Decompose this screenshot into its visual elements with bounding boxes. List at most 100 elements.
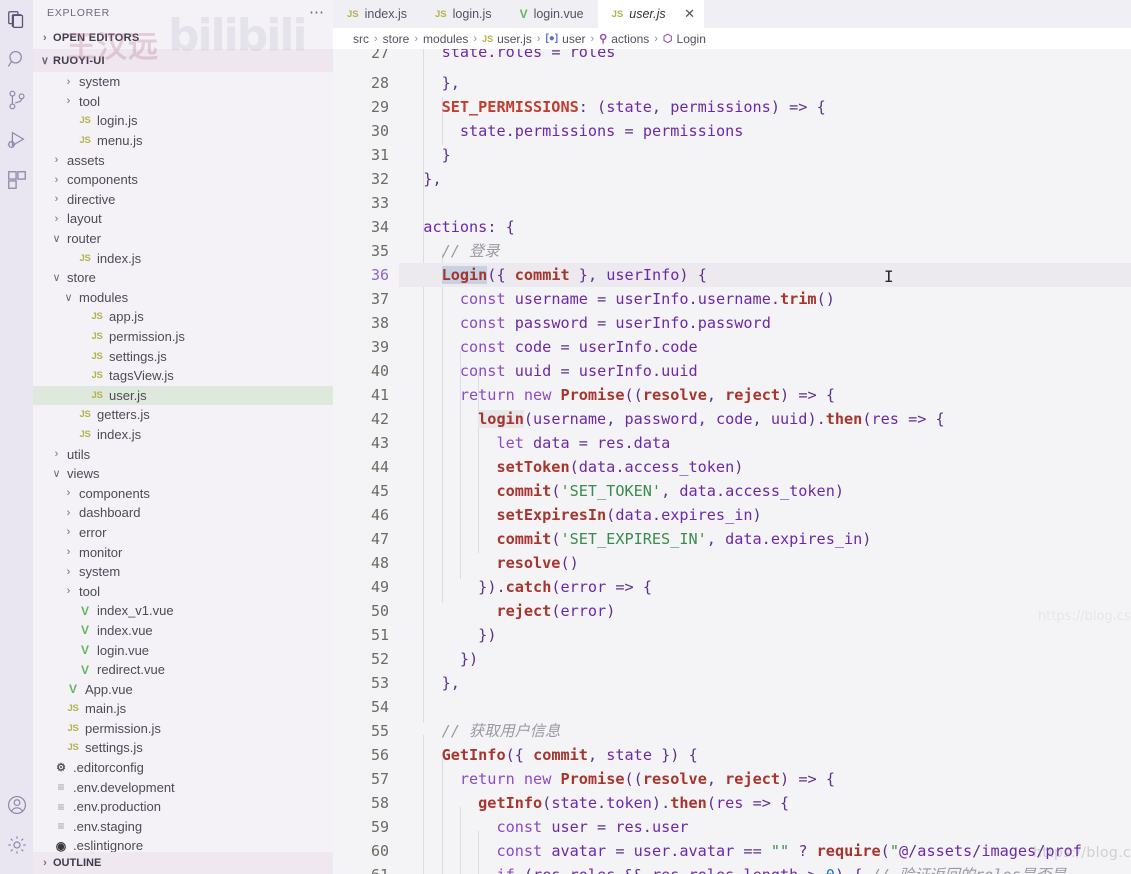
tree-item-tool[interactable]: › tool	[33, 92, 333, 112]
explorer-more-actions-icon[interactable]: ⋯	[309, 5, 325, 20]
editor-tab-login-js[interactable]: JS login.js	[421, 0, 506, 28]
tree-item-label: login.vue	[97, 642, 150, 658]
js-file-icon: JS	[79, 409, 91, 421]
tree-item-label: tool	[79, 583, 100, 599]
tree-item-assets[interactable]: › assets	[33, 150, 333, 170]
breadcrumb-cube-icon: ⬡	[662, 33, 673, 45]
code-content[interactable]: state.roles = roles }, SET_PERMISSIONS: …	[399, 49, 1131, 874]
tree-item-monitor[interactable]: › monitor	[33, 542, 333, 562]
code-line: const user = res.user	[496, 818, 689, 836]
tree-item-permission-js[interactable]: JS permission.js	[33, 327, 333, 347]
tree-item-utils[interactable]: › utils	[33, 444, 333, 464]
tree-item-layout[interactable]: › layout	[33, 209, 333, 229]
tree-item-index-vue[interactable]: Vindex.vue	[33, 621, 333, 641]
open-editors-section[interactable]: › OPEN EDITORS	[33, 26, 333, 49]
tree-item-label: .env.development	[73, 779, 175, 795]
tree-item-system[interactable]: › system	[33, 562, 333, 582]
explorer-sidebar: EXPLORER ⋯ › OPEN EDITORS ∨ RUOYI-UI › sy…	[33, 0, 333, 874]
tree-item-editorconfig[interactable]: ⚙ .editorconfig	[33, 758, 333, 778]
tree-item-directive[interactable]: › directive	[33, 190, 333, 210]
chevron-right-icon: ›	[54, 448, 59, 461]
tree-item-permission-js[interactable]: JS permission.js	[33, 719, 333, 739]
tree-item-modules[interactable]: ∨ modules	[33, 288, 333, 308]
tree-item-views[interactable]: ∨ views	[33, 464, 333, 484]
breadcrumb-item[interactable]: actions	[611, 32, 649, 46]
tree-item-tagsview-js[interactable]: JS tagsView.js	[33, 366, 333, 386]
close-icon[interactable]: ✕	[682, 6, 698, 22]
tree-item-settings-js[interactable]: JS settings.js	[33, 738, 333, 758]
tree-item-index-js[interactable]: JS index.js	[33, 425, 333, 445]
text-cursor-icon: I	[884, 267, 894, 286]
activitybar-accounts[interactable]	[0, 785, 33, 825]
env-file-icon: ≡	[57, 819, 65, 834]
tree-item-label: system	[79, 74, 121, 90]
tree-item-settings-js[interactable]: JS settings.js	[33, 346, 333, 366]
code-line: const password = userInfo.password	[459, 314, 771, 332]
eslint-file-icon: ◉	[55, 838, 67, 853]
tree-item-label: tagsView.js	[109, 368, 174, 384]
tree-item-redirect-vue[interactable]: Vredirect.vue	[33, 660, 333, 680]
breadcrumb-item[interactable]: store	[383, 32, 410, 46]
line-number-gutter: 27 28 29 30 31 32 33 34 35 36 37 38 39 40 41 42 43 44 45 46…	[333, 49, 399, 874]
chevron-down-icon: ∨	[52, 468, 61, 481]
activitybar-run-debug[interactable]	[0, 120, 33, 160]
breadcrumb-item[interactable]: src	[353, 32, 369, 46]
tree-item-app-js[interactable]: JS app.js	[33, 307, 333, 327]
js-file-icon: JS	[79, 252, 91, 264]
js-file-icon: JS	[91, 311, 103, 323]
line-number: 60	[370, 842, 389, 860]
tree-item-login-js[interactable]: JS login.js	[33, 111, 333, 131]
tree-item-app-vue[interactable]: V App.vue	[33, 679, 333, 699]
line-number: 27	[370, 49, 389, 62]
tree-item-label: assets	[67, 152, 105, 168]
code-line: },	[441, 674, 460, 692]
breadcrumb-item[interactable]: Login	[677, 32, 706, 46]
chevron-down-icon: ∨	[52, 233, 61, 246]
code-line: setExpiresIn(data.expires_in)	[496, 506, 762, 524]
tree-item-env-production[interactable]: ≡ .env.production	[33, 797, 333, 817]
activitybar-source-control[interactable]	[0, 80, 33, 120]
code-line: if (res.roles && res.roles.length > 0) {…	[399, 863, 1131, 874]
chevron-right-icon: ›	[66, 75, 71, 88]
project-root-section[interactable]: ∨ RUOYI-UI	[33, 49, 333, 72]
activitybar-manage-settings[interactable]	[0, 825, 33, 865]
tree-item-env-development[interactable]: ≡ .env.development	[33, 777, 333, 797]
editor-tab-index-js[interactable]: JS index.js	[333, 0, 422, 28]
activitybar-explorer[interactable]	[0, 0, 33, 40]
tree-item-main-js[interactable]: JS main.js	[33, 699, 333, 719]
outline-section[interactable]: › OUTLINE	[33, 852, 333, 874]
editor-tab-user-js[interactable]: JS user.js ✕	[597, 0, 704, 28]
tree-item-label: settings.js	[109, 348, 167, 364]
tree-item-components[interactable]: › components	[33, 170, 333, 190]
js-file-icon: JS	[611, 8, 624, 20]
tree-item-tool[interactable]: › tool	[33, 581, 333, 601]
editor-tab-login-vue[interactable]: Vlogin.vue	[505, 0, 598, 28]
tree-item-user-js[interactable]: JS user.js	[33, 385, 333, 406]
tree-item-menu-js[interactable]: JS menu.js	[33, 131, 333, 151]
js-file-icon: JS	[79, 115, 91, 127]
tree-item-label: components	[79, 485, 150, 501]
code-editor[interactable]: 27 28 29 30 31 32 33 34 35 36 37 38 39 40 41 42 43 44 45 46…	[333, 49, 1131, 874]
tree-item-dashboard[interactable]: › dashboard	[33, 503, 333, 523]
tree-item-label: index_v1.vue	[97, 603, 174, 619]
line-number: 49	[370, 578, 389, 596]
tree-item-error[interactable]: › error	[33, 523, 333, 543]
tree-item-env-staging[interactable]: ≡ .env.staging	[33, 817, 333, 837]
tree-item-index-v1-vue[interactable]: Vindex_v1.vue	[33, 601, 333, 621]
tree-item-store[interactable]: ∨ store	[33, 268, 333, 288]
tree-item-components[interactable]: › components	[33, 483, 333, 503]
tree-item-login-vue[interactable]: Vlogin.vue	[33, 640, 333, 660]
breadcrumb-item[interactable]: user	[562, 32, 585, 46]
activitybar-search[interactable]	[0, 40, 33, 80]
tree-item-getters-js[interactable]: JS getters.js	[33, 405, 333, 425]
js-file-icon: JS	[91, 350, 103, 362]
line-number: 45	[370, 482, 389, 500]
breadcrumb-item[interactable]: modules	[423, 32, 468, 46]
breadcrumb-item[interactable]: user.js	[497, 32, 532, 46]
code-line: state.permissions = permissions	[459, 122, 744, 140]
tree-item-system[interactable]: › system	[33, 72, 333, 92]
activitybar-extensions[interactable]	[0, 160, 33, 200]
tree-item-router[interactable]: ∨ router	[33, 229, 333, 249]
tree-item-index-js[interactable]: JS index.js	[33, 248, 333, 268]
